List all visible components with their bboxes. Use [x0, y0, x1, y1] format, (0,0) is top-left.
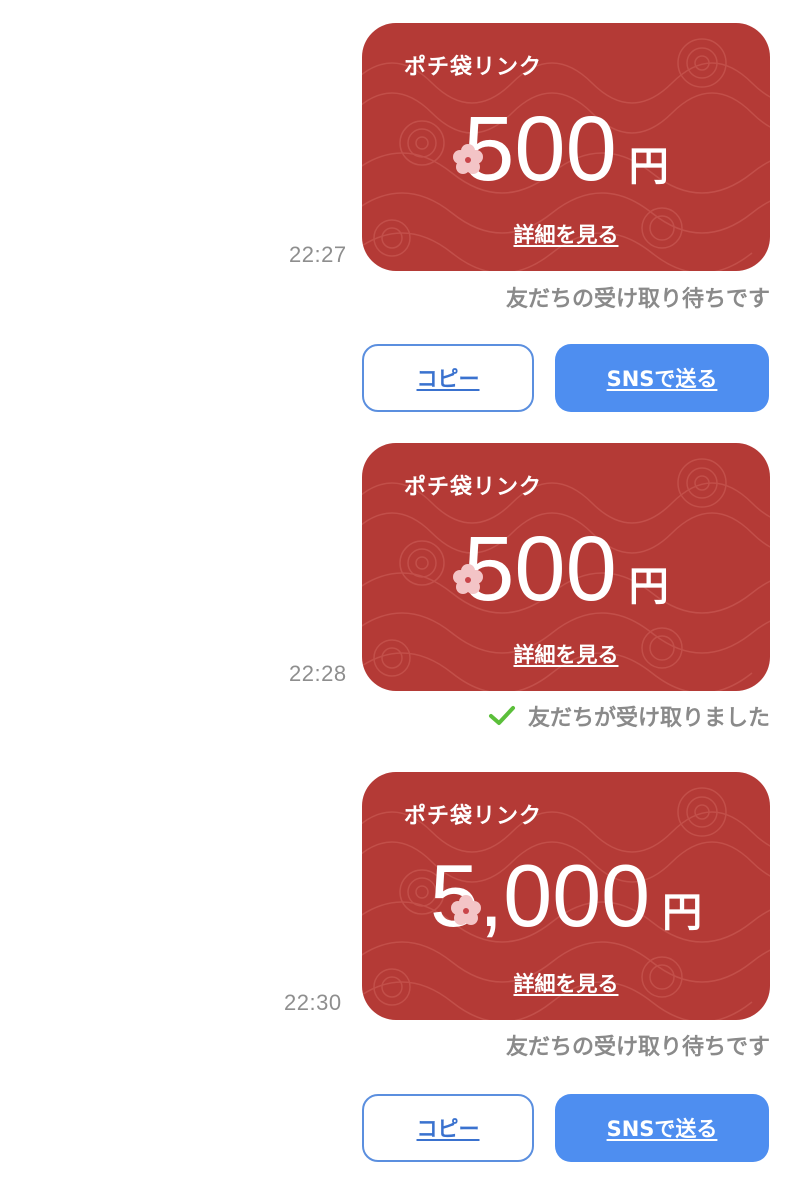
- sns-send-button[interactable]: SNSで送る: [555, 1094, 769, 1162]
- amount-row: 500 円: [362, 103, 770, 195]
- sns-send-button[interactable]: SNSで送る: [555, 344, 769, 412]
- details-link[interactable]: 詳細を見る: [362, 639, 770, 669]
- plum-blossom-icon: [451, 895, 481, 925]
- amount-row: 500 円: [362, 523, 770, 615]
- checkmark-icon: [488, 706, 515, 725]
- status-text: 友だちの受け取り待ちです: [505, 287, 770, 312]
- gift-envelope-card[interactable]: ポチ袋リンク 500 円 詳細を見る: [362, 23, 770, 271]
- details-link[interactable]: 詳細を見る: [362, 219, 770, 249]
- receive-status: 友だちが受け取りました: [488, 700, 770, 732]
- message-timestamp: 22:30: [284, 990, 342, 1015]
- message-timestamp: 22:27: [289, 242, 347, 267]
- plum-blossom-icon: [453, 564, 483, 594]
- card-title: ポチ袋リンク: [404, 55, 543, 80]
- amount-value: 500: [463, 518, 617, 620]
- receive-status: 友だちの受け取り待ちです: [506, 1029, 770, 1061]
- status-text: 友だちの受け取り待ちです: [505, 1035, 770, 1060]
- amount-value: 500: [463, 98, 617, 200]
- currency-label: 円: [662, 890, 703, 936]
- details-link[interactable]: 詳細を見る: [362, 968, 770, 998]
- card-title: ポチ袋リンク: [404, 804, 543, 829]
- gift-envelope-card[interactable]: ポチ袋リンク 500 円 詳細を見る: [362, 443, 770, 691]
- gift-envelope-card[interactable]: ポチ袋リンク 5,000 円 詳細を見る: [362, 772, 770, 1020]
- message-timestamp: 22:28: [289, 661, 347, 686]
- chat-screen: 22:27 ポチ袋リンク 500 円 詳細を見る 友だちの受け取り待ちです コピ…: [0, 0, 802, 1200]
- amount-row: 5,000 円: [362, 852, 770, 940]
- plum-blossom-icon: [453, 144, 483, 174]
- card-title: ポチ袋リンク: [404, 475, 543, 500]
- copy-button[interactable]: コピー: [362, 344, 534, 412]
- status-text: 友だちが受け取りました: [527, 706, 770, 731]
- copy-button[interactable]: コピー: [362, 1094, 534, 1162]
- currency-label: 円: [628, 564, 669, 610]
- receive-status: 友だちの受け取り待ちです: [506, 281, 770, 313]
- currency-label: 円: [628, 144, 669, 190]
